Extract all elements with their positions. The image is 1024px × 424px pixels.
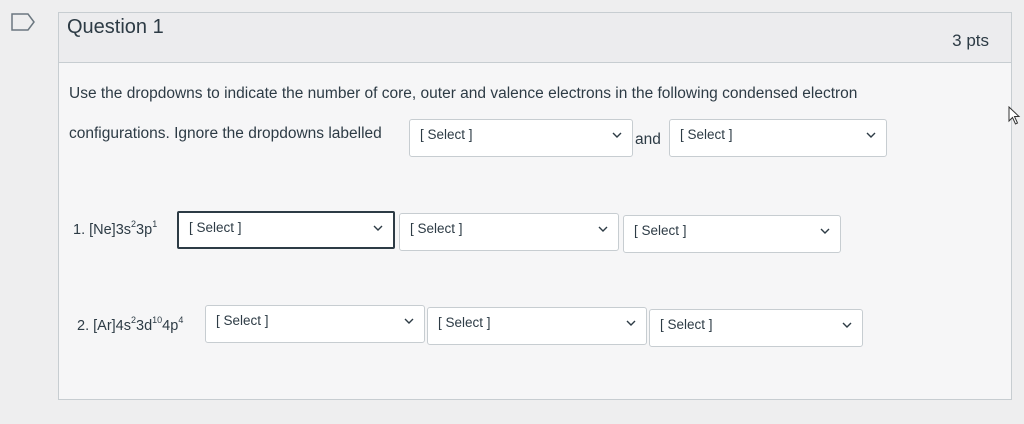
select-value: [ Select ] (420, 127, 473, 142)
bookmark-icon[interactable] (10, 12, 38, 32)
chevron-down-icon (598, 226, 608, 232)
question-title: Question 1 (67, 16, 164, 38)
chevron-down-icon (842, 322, 852, 328)
select-value: [ Select ] (189, 220, 242, 235)
outer-select-2[interactable]: [ Select ] (427, 307, 647, 345)
and-label: and (635, 131, 661, 148)
valence-select-2[interactable]: [ Select ] (649, 309, 863, 347)
config-label-2: 2. [Ar]4s23d104p4 (77, 315, 184, 334)
select-value: [ Select ] (216, 313, 269, 328)
select-value: [ Select ] (660, 317, 713, 332)
select-value: [ Select ] (438, 315, 491, 330)
chevron-down-icon (373, 225, 383, 231)
ignore-select-1[interactable]: [ Select ] (409, 119, 633, 157)
mouse-cursor-icon (1008, 106, 1021, 125)
select-value: [ Select ] (410, 221, 463, 236)
config-label-1: 1. [Ne]3s23p1 (73, 219, 158, 238)
chevron-down-icon (820, 228, 830, 234)
question-card: Question 1 3 pts Use the dropdowns to in… (58, 12, 1012, 400)
question-points: 3 pts (952, 31, 989, 50)
instruction-line-1: Use the dropdowns to indicate the number… (69, 85, 858, 102)
chevron-down-icon (626, 320, 636, 326)
outer-select-1[interactable]: [ Select ] (399, 213, 619, 251)
instruction-line-2: configurations. Ignore the dropdowns lab… (69, 125, 382, 142)
select-value: [ Select ] (634, 223, 687, 238)
chevron-down-icon (404, 318, 414, 324)
chevron-down-icon (612, 132, 622, 138)
question-header: Question 1 3 pts (59, 13, 1011, 63)
valence-select-1[interactable]: [ Select ] (623, 215, 841, 253)
core-select-1[interactable]: [ Select ] (177, 211, 395, 249)
core-select-2[interactable]: [ Select ] (205, 305, 425, 343)
select-value: [ Select ] (680, 127, 733, 142)
chevron-down-icon (866, 132, 876, 138)
ignore-select-2[interactable]: [ Select ] (669, 119, 887, 157)
